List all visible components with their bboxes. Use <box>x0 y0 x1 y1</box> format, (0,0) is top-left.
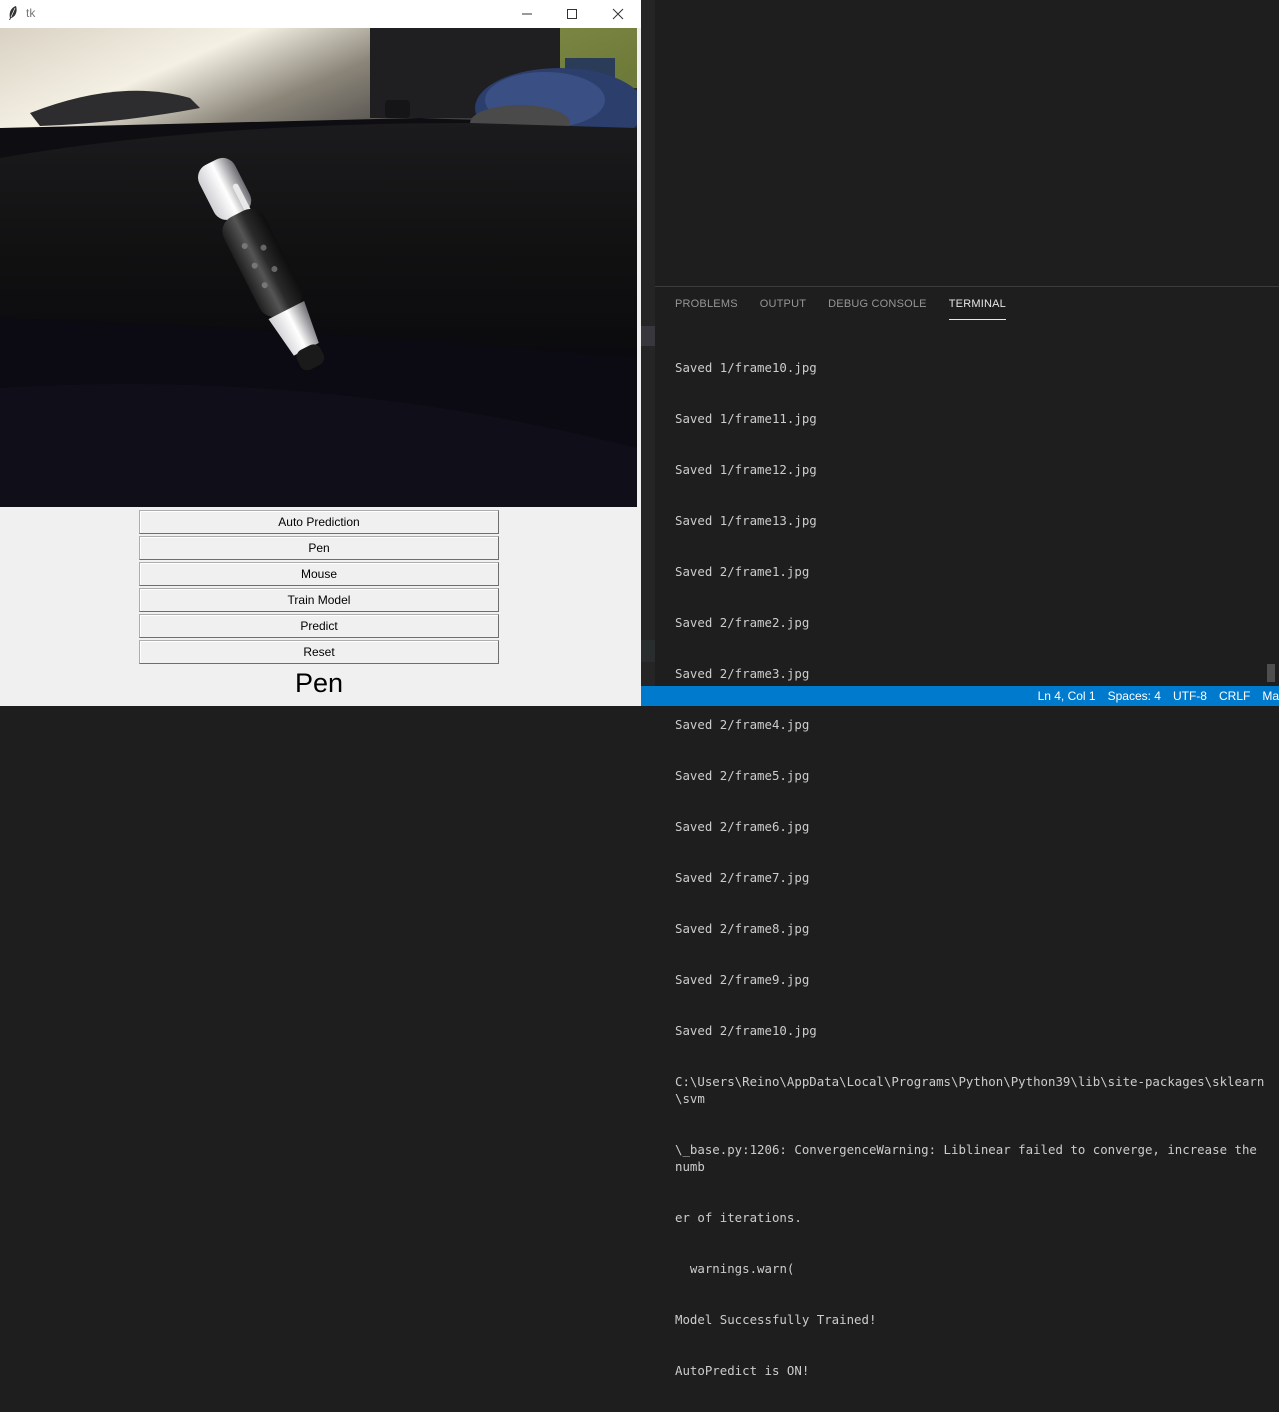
terminal-line: er of iterations. <box>675 1210 802 1225</box>
gutter-highlight <box>641 326 655 346</box>
gutter-highlight-lower <box>641 640 655 662</box>
terminal-line: Saved 1/frame11.jpg <box>675 411 817 426</box>
control-buttons: Auto Prediction Pen Mouse Train Model Pr… <box>139 510 499 666</box>
title-bar[interactable]: tk <box>0 0 641 28</box>
status-bar: Ln 4, Col 1 Spaces: 4 UTF-8 CRLF Ma <box>641 686 1279 706</box>
terminal-scrollbar[interactable] <box>1267 664 1275 682</box>
status-bar-right: Ln 4, Col 1 Spaces: 4 UTF-8 CRLF Ma <box>1032 686 1279 706</box>
tab-output[interactable]: OUTPUT <box>760 296 806 320</box>
terminal-line: \_base.py:1206: ConvergenceWarning: Libl… <box>675 1142 1265 1174</box>
terminal-line: AutoPredict is ON! <box>675 1363 810 1378</box>
window-title: tk <box>26 6 36 20</box>
terminal-line: warnings.warn( <box>675 1261 795 1276</box>
vscode-window: PROBLEMS OUTPUT DEBUG CONSOLE TERMINAL S… <box>641 0 1279 1378</box>
close-icon <box>612 8 624 20</box>
mouse-button[interactable]: Mouse <box>139 562 499 586</box>
terminal-line: Saved 2/frame3.jpg <box>675 666 810 681</box>
feather-icon <box>9 6 17 20</box>
tab-debug-console[interactable]: DEBUG CONSOLE <box>828 296 927 320</box>
panel-divider[interactable] <box>655 286 1279 287</box>
reset-button[interactable]: Reset <box>139 640 499 664</box>
prediction-result: Pen <box>294 668 344 698</box>
terminal-output[interactable]: Saved 1/frame10.jpg Saved 1/frame11.jpg … <box>675 325 1265 1378</box>
terminal-line: Saved 2/frame1.jpg <box>675 564 810 579</box>
auto-prediction-button[interactable]: Auto Prediction <box>139 510 499 534</box>
terminal-line: Saved 2/frame10.jpg <box>675 1023 817 1038</box>
terminal-line: Saved 1/frame10.jpg <box>675 360 817 375</box>
status-encoding[interactable]: UTF-8 <box>1167 689 1213 703</box>
status-eol[interactable]: CRLF <box>1213 689 1256 703</box>
terminal-line: Model Successfully Trained! <box>675 1312 877 1327</box>
predict-button[interactable]: Predict <box>139 614 499 638</box>
tab-problems[interactable]: PROBLEMS <box>675 296 738 320</box>
terminal-line: Saved 2/frame2.jpg <box>675 615 810 630</box>
terminal-line: Saved 2/frame5.jpg <box>675 768 810 783</box>
terminal-line: Saved 2/frame8.jpg <box>675 921 810 936</box>
status-indentation[interactable]: Spaces: 4 <box>1102 689 1167 703</box>
camera-feed <box>0 28 637 507</box>
tk-window: tk Auto Prediction Pen Mouse Train Model… <box>0 0 641 706</box>
maximize-icon <box>567 9 577 19</box>
minimize-button[interactable] <box>504 0 550 28</box>
maximize-button[interactable] <box>549 0 595 28</box>
minimize-icon <box>522 13 532 15</box>
panel-tabs: PROBLEMS OUTPUT DEBUG CONSOLE TERMINAL <box>675 296 1028 320</box>
webcam-image <box>0 28 637 507</box>
terminal-line: Saved 1/frame12.jpg <box>675 462 817 477</box>
terminal-line: Saved 2/frame7.jpg <box>675 870 810 885</box>
terminal-line: Saved 2/frame6.jpg <box>675 819 810 834</box>
train-model-button[interactable]: Train Model <box>139 588 499 612</box>
terminal-line: C:\Users\Reino\AppData\Local\Programs\Py… <box>675 1074 1265 1106</box>
terminal-line: Saved 1/frame13.jpg <box>675 513 817 528</box>
terminal-line: Saved 2/frame4.jpg <box>675 717 810 732</box>
status-cursor-position[interactable]: Ln 4, Col 1 <box>1032 689 1102 703</box>
status-language[interactable]: Ma <box>1256 689 1279 703</box>
pen-button[interactable]: Pen <box>139 536 499 560</box>
close-button[interactable] <box>595 0 641 28</box>
tab-terminal[interactable]: TERMINAL <box>948 296 1006 320</box>
terminal-line: Saved 2/frame9.jpg <box>675 972 810 987</box>
